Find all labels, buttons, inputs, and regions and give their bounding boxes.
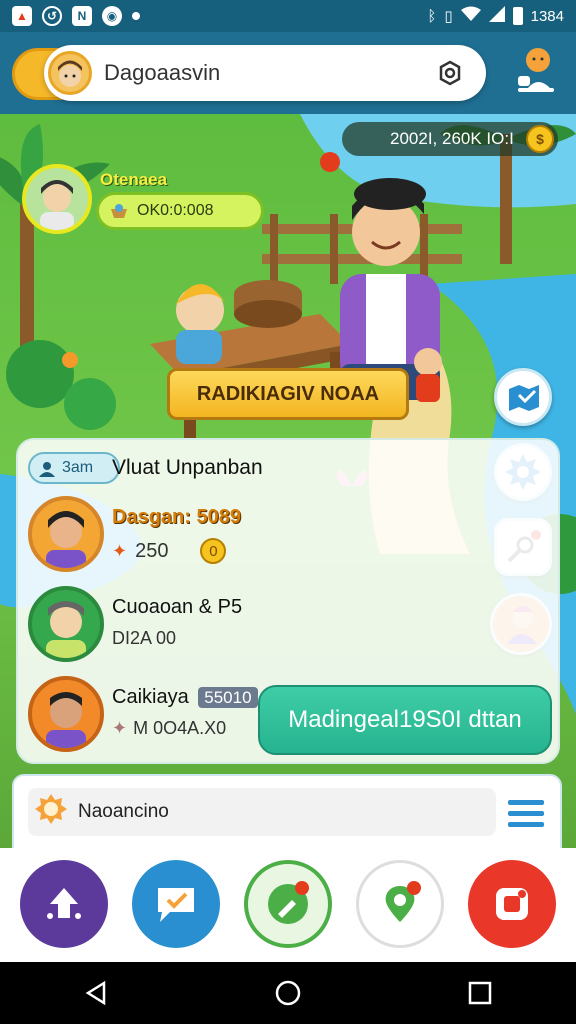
coins-text: 2002I, 260K IO:I: [390, 129, 514, 148]
player-xp: OK0:0:008: [96, 192, 264, 230]
panel-title: Vluat Unpanban: [112, 456, 263, 479]
wifi-icon: [460, 6, 481, 26]
nav-compose-button[interactable]: [244, 860, 332, 948]
menu-icon[interactable]: [504, 794, 548, 832]
nfc-icon: N: [72, 6, 92, 26]
app-icon: ◉: [102, 6, 122, 26]
nav-location-button[interactable]: [356, 860, 444, 948]
battery-icon: [512, 7, 523, 25]
notification-bar: Naoancino: [12, 774, 562, 850]
friend-name: Dasgan: 5089: [112, 506, 241, 528]
panel-tag[interactable]: 3am: [28, 452, 120, 484]
notification-text: Naoancino: [78, 801, 169, 822]
friend-badge[interactable]: 0: [200, 538, 227, 564]
sync-icon: ↺: [42, 6, 62, 26]
friend-score: 250: [135, 539, 169, 562]
upload-icon: [47, 888, 81, 919]
friend-level-tag: 55010: [198, 687, 258, 708]
friend-status: DI2A 00: [112, 628, 177, 648]
warning-icon: ▲: [12, 6, 32, 26]
basket-icon: [111, 204, 127, 218]
flame-icon: ✦: [112, 718, 128, 738]
coin-icon: $: [526, 125, 554, 153]
shop-icon: [496, 888, 528, 920]
friend-name-text: Caikiaya: [112, 686, 189, 708]
friend-avatar: [28, 676, 104, 752]
bottom-nav: [0, 848, 576, 962]
friend-name: Cuoaoan & P5: [112, 596, 243, 618]
player-avatar: [22, 164, 92, 234]
status-bar: ▲ ↺ N ◉ ᛒ ▯ 1384: [0, 0, 576, 32]
avatar: [48, 51, 92, 95]
player-xp-text: OK0:0:008: [137, 202, 214, 219]
map-button[interactable]: [494, 368, 552, 426]
panel-tag-label: 3am: [62, 459, 94, 476]
search-text: Dagoaasvin: [104, 60, 221, 85]
bluetooth-icon: ᛒ: [427, 7, 437, 25]
chat-icon: [158, 888, 194, 922]
search-input[interactable]: Dagoaasvin: [44, 45, 486, 101]
clock-text: 1384: [530, 7, 564, 25]
player-name: Otenaea: [100, 170, 168, 189]
nav-messages-button[interactable]: [132, 860, 220, 948]
settings-icon[interactable]: [436, 59, 464, 87]
location-icon: [385, 881, 421, 922]
friend-stats: ✦ 250 0: [112, 538, 227, 564]
friend-avatar: [28, 586, 104, 662]
friends-icon[interactable]: [508, 44, 564, 100]
friend-avatar: [28, 496, 104, 572]
home-nav-icon[interactable]: [274, 979, 302, 1007]
friend-status: M 0O4A.X0: [133, 718, 227, 738]
award-icon: [35, 794, 67, 824]
dot-icon: [132, 12, 140, 20]
scene-action-button[interactable]: RADIKIAGIV NOAA: [167, 368, 409, 420]
signal-icon: [488, 6, 505, 26]
nav-shop-button[interactable]: [468, 860, 556, 948]
notification-field[interactable]: Naoancino: [28, 788, 496, 836]
back-nav-icon[interactable]: [82, 979, 110, 1007]
coins-counter[interactable]: 2002I, 260K IO:I $: [342, 122, 558, 156]
system-nav-bar: [0, 962, 576, 1024]
nav-home-button[interactable]: [20, 860, 108, 948]
cta-button[interactable]: Madingeal19S0I dttan: [258, 685, 552, 755]
friend-name: Caikiaya 55010: [112, 686, 258, 709]
friend-stats: ✦ M 0O4A.X0: [112, 718, 226, 739]
pen-icon: [268, 881, 309, 924]
people-icon: [39, 462, 55, 477]
list-item[interactable]: Cuoaoan & P5 DI2A 00: [28, 586, 548, 662]
map-icon: [509, 385, 539, 411]
recents-nav-icon[interactable]: [466, 979, 494, 1007]
vibrate-icon: ▯: [444, 8, 453, 25]
list-item[interactable]: Dasgan: 5089 ✦ 250 0: [28, 496, 548, 572]
flame-icon: ✦: [112, 540, 128, 561]
